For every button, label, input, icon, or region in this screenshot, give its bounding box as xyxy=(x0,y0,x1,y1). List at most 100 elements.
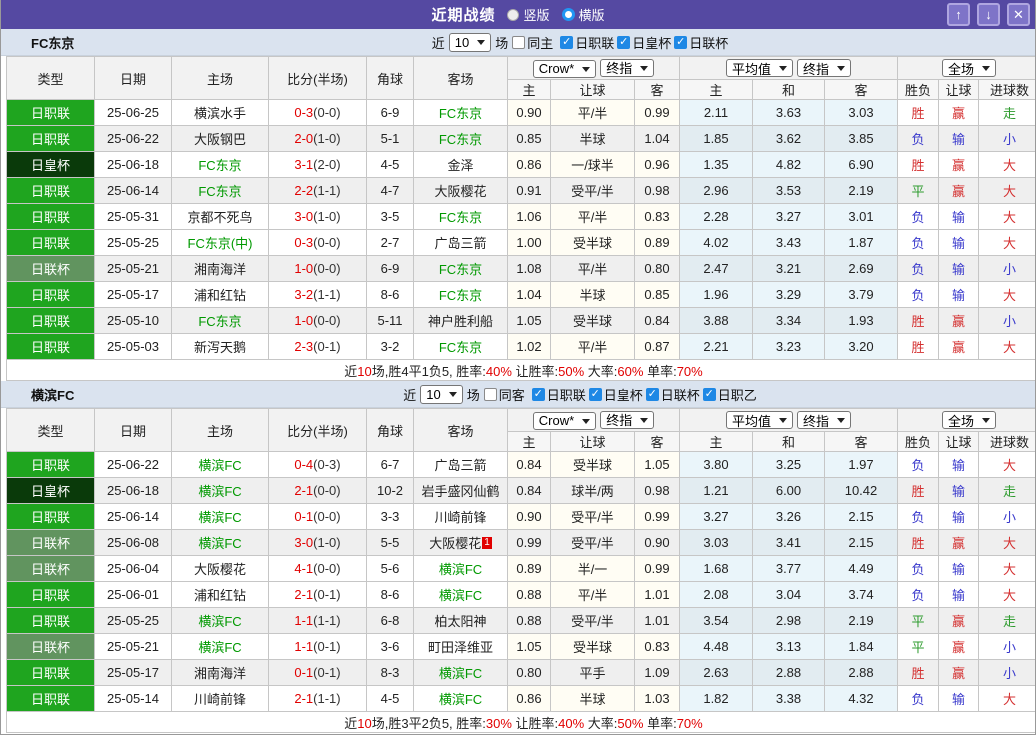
league-filter-checkbox[interactable]: ✓ 日皇杯 xyxy=(617,33,671,52)
league-type-badge: 日职联 xyxy=(6,307,95,334)
league-type-badge: 日职联 xyxy=(6,177,95,204)
corners: 5-6 xyxy=(366,555,414,582)
odds-company-select[interactable]: Crow* xyxy=(532,411,597,430)
avg-draw-odds: 3.27 xyxy=(752,203,825,230)
chevron-down-icon xyxy=(448,392,457,397)
final-odds-select[interactable]: 终指 xyxy=(600,410,655,429)
checked-checkbox-icon: ✓ xyxy=(560,35,574,49)
handicap-line: 受半球 xyxy=(550,633,635,660)
average-select[interactable]: 平均值 xyxy=(725,59,793,77)
column-header: 比分(半场) xyxy=(268,408,367,452)
home-odds: 0.88 xyxy=(507,607,551,634)
result-handicap: 输 xyxy=(938,581,979,608)
avg-away-odds: 1.97 xyxy=(824,451,898,478)
same-venue-checkbox[interactable]: 同客 xyxy=(483,385,525,404)
league-type-badge: 日职联 xyxy=(6,99,95,126)
match-row: 日职联 25-06-14 横滨FC 0-1(0-0) 3-3 川崎前锋 0.90 受平/半 0.… xyxy=(6,503,1035,530)
column-subheader: 主 xyxy=(679,431,753,452)
away-odds: 0.83 xyxy=(634,203,680,230)
final-avg-select[interactable]: 终指 xyxy=(797,59,852,77)
result-goals: 大 xyxy=(978,229,1035,256)
vertical-layout-radio[interactable]: 竖版 xyxy=(507,5,550,24)
away-odds: 1.03 xyxy=(634,685,680,712)
away-odds: 0.90 xyxy=(634,529,680,556)
league-filter-checkbox[interactable]: ✓ 日皇杯 xyxy=(588,385,643,404)
league-filter-checkbox[interactable]: ✓ 日职联 xyxy=(531,385,586,404)
match-date: 25-05-17 xyxy=(94,659,172,686)
result-handicap: 赢 xyxy=(938,151,979,178)
score-halftime: 3-1(2-0) xyxy=(268,151,367,178)
match-date: 25-05-21 xyxy=(94,633,172,660)
avg-home-odds: 3.80 xyxy=(679,451,753,478)
checked-checkbox-icon: ✓ xyxy=(674,35,688,49)
league-filter-checkbox[interactable]: ✓ 日职乙 xyxy=(702,385,757,404)
corners: 6-9 xyxy=(366,99,414,126)
league-filter-checkbox[interactable]: ✓ 日联杯 xyxy=(674,33,728,52)
down-arrow-icon: ↓ xyxy=(985,7,992,22)
fulltime-select[interactable]: 全场 xyxy=(941,59,996,77)
column-subheader: 让球 xyxy=(938,431,979,452)
games-label: 场 xyxy=(495,35,509,51)
league-type-badge: 日联杯 xyxy=(6,255,95,282)
match-row: 日联杯 25-05-21 湘南海洋 1-0(0-0) 6-9 FC东京 1.08 平/半 0.8… xyxy=(6,255,1035,282)
result-outcome: 胜 xyxy=(897,529,939,556)
match-count-select[interactable]: 10 xyxy=(420,384,463,404)
result-handicap: 输 xyxy=(938,685,979,712)
home-odds: 0.85 xyxy=(507,125,551,152)
radio-selected-icon xyxy=(561,8,575,21)
league-type-badge: 日职联 xyxy=(6,229,95,256)
result-handicap: 赢 xyxy=(938,529,979,556)
away-team: 广岛三箭 xyxy=(413,229,508,256)
result-goals: 大 xyxy=(978,451,1035,478)
away-odds: 1.01 xyxy=(634,607,680,634)
handicap-line: 受平/半 xyxy=(550,607,635,634)
scroll-up-button[interactable]: ↑ xyxy=(947,3,970,26)
league-filter-checkbox[interactable]: ✓ 日联杯 xyxy=(645,385,700,404)
corners: 3-2 xyxy=(366,333,414,360)
away-team: FC东京 xyxy=(413,281,508,308)
chevron-down-icon xyxy=(982,418,990,423)
match-row: 日职联 25-05-10 FC东京 1-0(0-0) 5-11 神户胜利船 1.05 受半球 0… xyxy=(6,307,1035,334)
column-header: 角球 xyxy=(366,408,414,452)
odds-company-select[interactable]: Crow* xyxy=(532,59,597,78)
column-subheader: 让球 xyxy=(938,79,979,100)
column-subheader: 让球 xyxy=(550,79,635,100)
score-halftime: 3-0(1-0) xyxy=(268,529,367,556)
avg-away-odds: 2.15 xyxy=(824,503,898,530)
vertical-layout-label: 竖版 xyxy=(523,8,550,23)
avg-draw-odds: 3.13 xyxy=(752,633,825,660)
handicap-line: 半球 xyxy=(550,125,635,152)
same-venue-checkbox[interactable]: 同主 xyxy=(512,33,553,52)
column-header: 日期 xyxy=(94,56,172,100)
match-row: 日职联 25-05-17 浦和红钻 3-2(1-1) 8-6 FC东京 1.04 半球 0.85… xyxy=(6,281,1035,308)
score-halftime: 2-1(1-1) xyxy=(268,685,367,712)
away-team: 町田泽维亚 xyxy=(413,633,508,660)
corners: 8-3 xyxy=(366,659,414,686)
home-team: 新泻天鹅 xyxy=(171,333,269,360)
final-odds-select[interactable]: 终指 xyxy=(600,58,655,77)
column-subheader: 和 xyxy=(752,79,825,100)
home-odds: 0.86 xyxy=(507,151,551,178)
result-outcome: 胜 xyxy=(897,333,939,360)
home-odds: 0.84 xyxy=(507,451,551,478)
corners: 2-7 xyxy=(366,229,414,256)
horizontal-layout-radio[interactable]: 横版 xyxy=(561,5,605,24)
average-select[interactable]: 平均值 xyxy=(725,411,793,429)
score-halftime: 1-1(0-1) xyxy=(268,633,367,660)
avg-away-odds: 3.79 xyxy=(824,281,898,308)
match-date: 25-06-18 xyxy=(94,151,172,178)
result-outcome: 胜 xyxy=(897,151,939,178)
league-filter-checkbox[interactable]: ✓ 日职联 xyxy=(560,33,614,52)
match-count-select[interactable]: 10 xyxy=(448,32,492,52)
chevron-down-icon xyxy=(640,417,649,423)
fulltime-select[interactable]: 全场 xyxy=(941,411,996,429)
corners: 3-6 xyxy=(366,633,414,660)
close-button[interactable]: ✕ xyxy=(1007,3,1030,26)
final-avg-select[interactable]: 终指 xyxy=(797,411,852,429)
corners: 6-7 xyxy=(366,451,414,478)
away-odds: 0.87 xyxy=(634,333,680,360)
handicap-line: 平/半 xyxy=(550,203,635,230)
match-row: 日职联 25-05-14 川崎前锋 2-1(1-1) 4-5 横滨FC 0.86 半球 1.03… xyxy=(6,685,1035,712)
scroll-down-button[interactable]: ↓ xyxy=(977,3,1000,26)
result-goals: 走 xyxy=(978,99,1035,126)
